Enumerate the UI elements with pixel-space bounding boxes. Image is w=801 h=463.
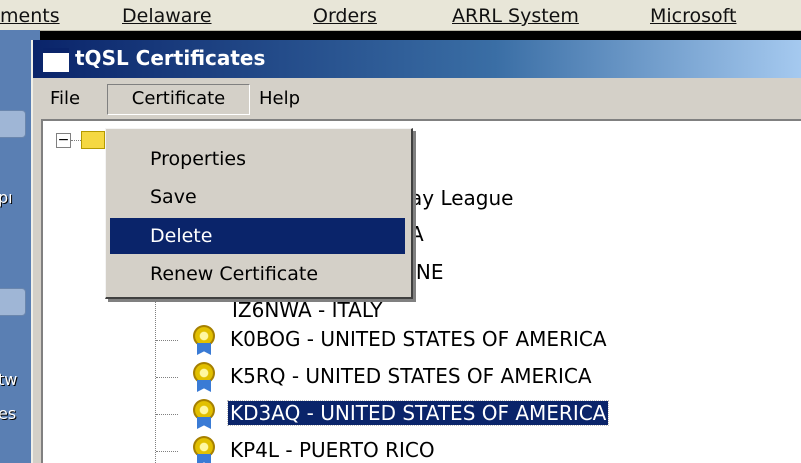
- tree-connector: [156, 340, 178, 341]
- desktop-label: es: [0, 404, 17, 423]
- menu-certificate[interactable]: Certificate: [107, 84, 250, 115]
- menu-item-save[interactable]: Save: [110, 179, 405, 215]
- certificate-menu-dropdown: Properties Save Delete Renew Certificate: [105, 128, 413, 299]
- tree-connector: [71, 140, 81, 141]
- bookmark-orders[interactable]: Orders: [313, 5, 377, 27]
- bookmark-microsoft[interactable]: Microsoft: [650, 5, 736, 27]
- tree-connector: [156, 414, 178, 415]
- collapse-icon[interactable]: −: [56, 133, 71, 148]
- certificate-icon: [192, 399, 218, 429]
- tree-node-certificate[interactable]: K5RQ - UNITED STATES OF AMERICA: [230, 364, 592, 388]
- bookmark-ments[interactable]: ments: [0, 5, 60, 27]
- title-bar[interactable]: tQSL Certificates: [33, 40, 801, 78]
- bookmark-arrl-system[interactable]: ARRL System: [452, 5, 579, 27]
- tree-connector: [156, 377, 178, 378]
- window-title: tQSL Certificates: [75, 46, 266, 70]
- tree-node-partial[interactable]: INE: [410, 260, 444, 284]
- menu-item-delete[interactable]: Delete: [110, 218, 405, 254]
- bookmark-delaware[interactable]: Delaware: [122, 5, 212, 27]
- desktop-network-icon[interactable]: [0, 288, 26, 316]
- menu-item-properties[interactable]: Properties: [110, 141, 405, 177]
- menu-bar: File Certificate Help: [33, 78, 801, 118]
- certificate-icon: [192, 362, 218, 392]
- app-icon[interactable]: [43, 48, 69, 72]
- desktop-label: pı: [0, 188, 13, 207]
- tree-node-certificate[interactable]: K0BOG - UNITED STATES OF AMERICA: [230, 327, 607, 351]
- certificate-icon: [192, 325, 218, 355]
- desktop-computer-icon[interactable]: [0, 110, 26, 138]
- certificate-icon: [192, 436, 218, 463]
- menu-help[interactable]: Help: [255, 88, 304, 109]
- tree-node-certificate-selected[interactable]: KD3AQ - UNITED STATES OF AMERICA: [226, 400, 610, 426]
- tree-node-partial[interactable]: ay League: [410, 186, 513, 210]
- tree-connector: [155, 296, 156, 463]
- desktop-label: tw: [0, 370, 18, 389]
- bookmarks-bar: ments Delaware Orders ARRL System Micros…: [0, 0, 801, 31]
- tree-connector: [156, 451, 178, 452]
- menu-file[interactable]: File: [46, 88, 84, 109]
- folder-icon: [81, 131, 105, 149]
- tree-node-certificate[interactable]: KP4L - PUERTO RICO: [230, 438, 435, 462]
- menu-item-renew-certificate[interactable]: Renew Certificate: [110, 256, 405, 292]
- tree-node-partial[interactable]: IZ6NWA - ITALY: [232, 298, 383, 322]
